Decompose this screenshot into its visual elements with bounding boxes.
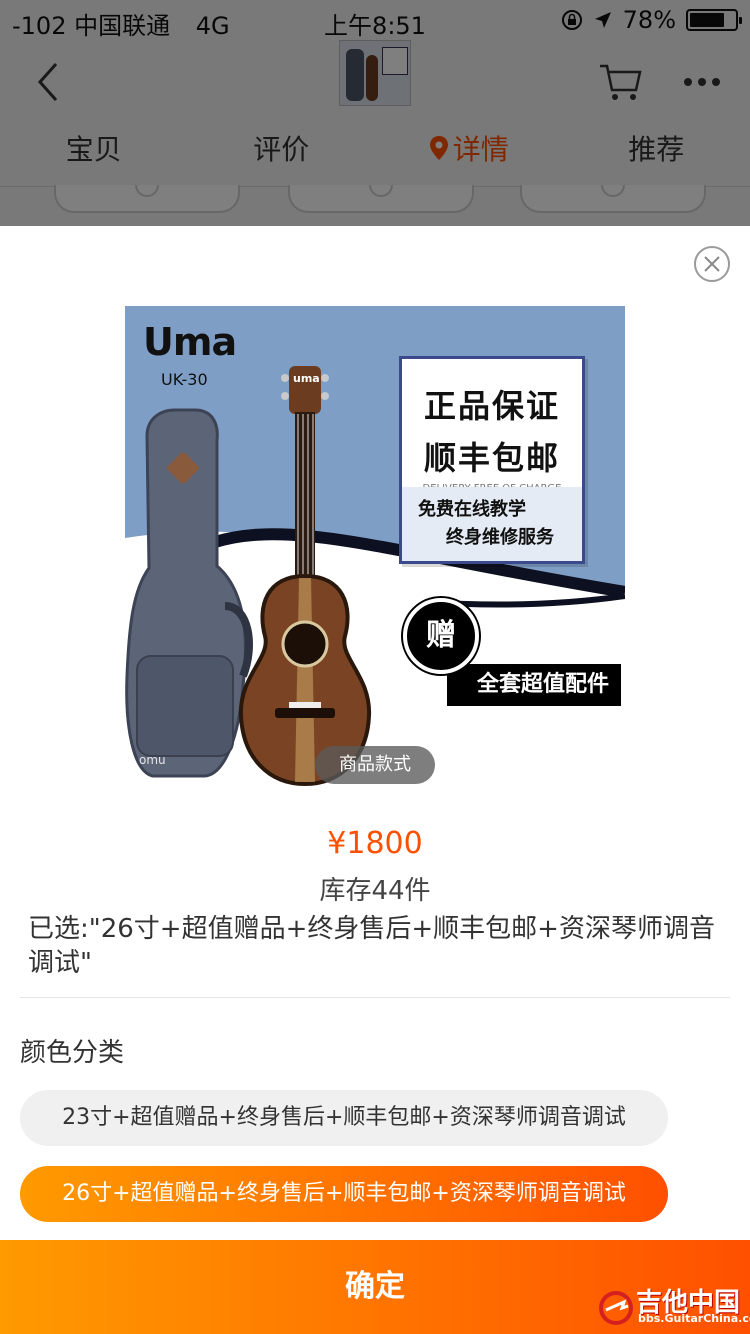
site-watermark: 吉他中国 bbs.GuitarChina.com: [598, 1284, 750, 1330]
variant-option-label: 23寸+超值赠品+终身售后+顺丰包邮+资深琴师调音调试: [62, 1105, 626, 1130]
watermark-url: bbs.GuitarChina.com: [638, 1312, 750, 1325]
brand-logo: Uma: [143, 320, 237, 364]
divider: [20, 997, 730, 998]
promo-line-3: 免费在线教学: [418, 499, 526, 520]
gift-badge: 赠: [403, 598, 479, 674]
promo-line-2: 顺丰包邮: [423, 439, 560, 477]
variant-option-23[interactable]: 23寸+超值赠品+终身售后+顺丰包邮+资深琴师调音调试: [20, 1090, 668, 1146]
price: ¥1800: [327, 826, 423, 861]
gift-banner: 全套超值配件: [447, 664, 621, 706]
svg-text:uma: uma: [293, 372, 320, 385]
stock-count: 库存44件: [319, 876, 431, 906]
product-image[interactable]: omu uma Uma UK-30 正品保证 顺丰包邮 DELIVERY FRE…: [125, 306, 625, 792]
promo-box: 正品保证 顺丰包邮 DELIVERY FREE OF CHARGE 免费在线教学…: [399, 356, 585, 564]
variant-option-26[interactable]: 26寸+超值赠品+终身售后+顺丰包邮+资深琴师调音调试: [20, 1166, 668, 1222]
close-button[interactable]: [694, 246, 730, 282]
variant-option-label: 26寸+超值赠品+终身售后+顺丰包邮+资深琴师调音调试: [62, 1181, 626, 1206]
sku-sheet: omu uma Uma UK-30 正品保证 顺丰包邮 DELIVERY FRE…: [0, 226, 750, 1334]
promo-line-4: 终身维修服务: [446, 527, 554, 548]
svg-text:omu: omu: [139, 753, 166, 767]
promo-line-1: 正品保证: [423, 387, 560, 425]
selected-variant: 已选:"26寸+超值赠品+终身售后+顺丰包邮+资深琴师调音调试": [28, 914, 715, 978]
guitarchina-logo-icon: [599, 1291, 633, 1325]
close-icon: [704, 256, 720, 272]
model-label: UK-30: [161, 370, 208, 389]
section-title-color: 颜色分类: [20, 1038, 125, 1068]
dim-overlay[interactable]: [0, 0, 750, 226]
style-pill[interactable]: 商品款式: [315, 746, 435, 784]
